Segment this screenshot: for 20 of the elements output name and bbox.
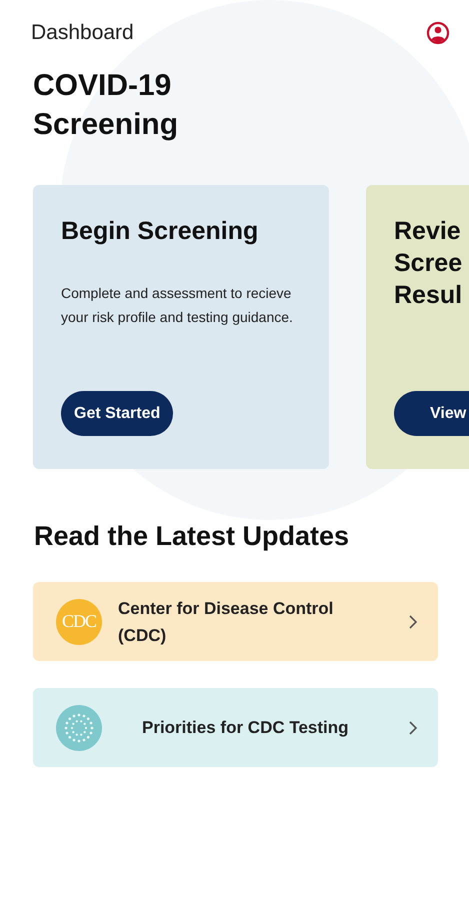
page-title: Dashboard [31,20,134,46]
card-title: Begin Screening [61,216,258,247]
card-description: Complete and assessment to recieve your risk profile and testing guidance. [61,284,294,327]
card-title: Resul [394,280,462,311]
section-heading: Read the Latest Updates [33,520,350,553]
chevron-right-icon [408,614,418,630]
update-label: Center for Disease Control (CDC) [117,598,334,646]
update-item[interactable]: CDC Center for Disease Control (CDC) [33,582,438,661]
chevron-right-icon [408,720,418,736]
logo-icon: CDC [56,598,102,644]
card-button[interactable]: Get Started [61,391,174,436]
card-title: Revie [394,216,461,247]
card-button[interactable]: View [394,391,469,436]
profile-icon[interactable] [426,21,450,45]
update-label: Priorities for CDC Testing [141,717,350,739]
dotted-circle-icon [56,704,102,750]
screen-heading: Screening [33,107,178,143]
card-title: Scree [394,248,462,279]
screen-heading: COVID-19 [33,68,172,104]
update-item[interactable]: Priorities for CDC Testing [33,688,438,767]
